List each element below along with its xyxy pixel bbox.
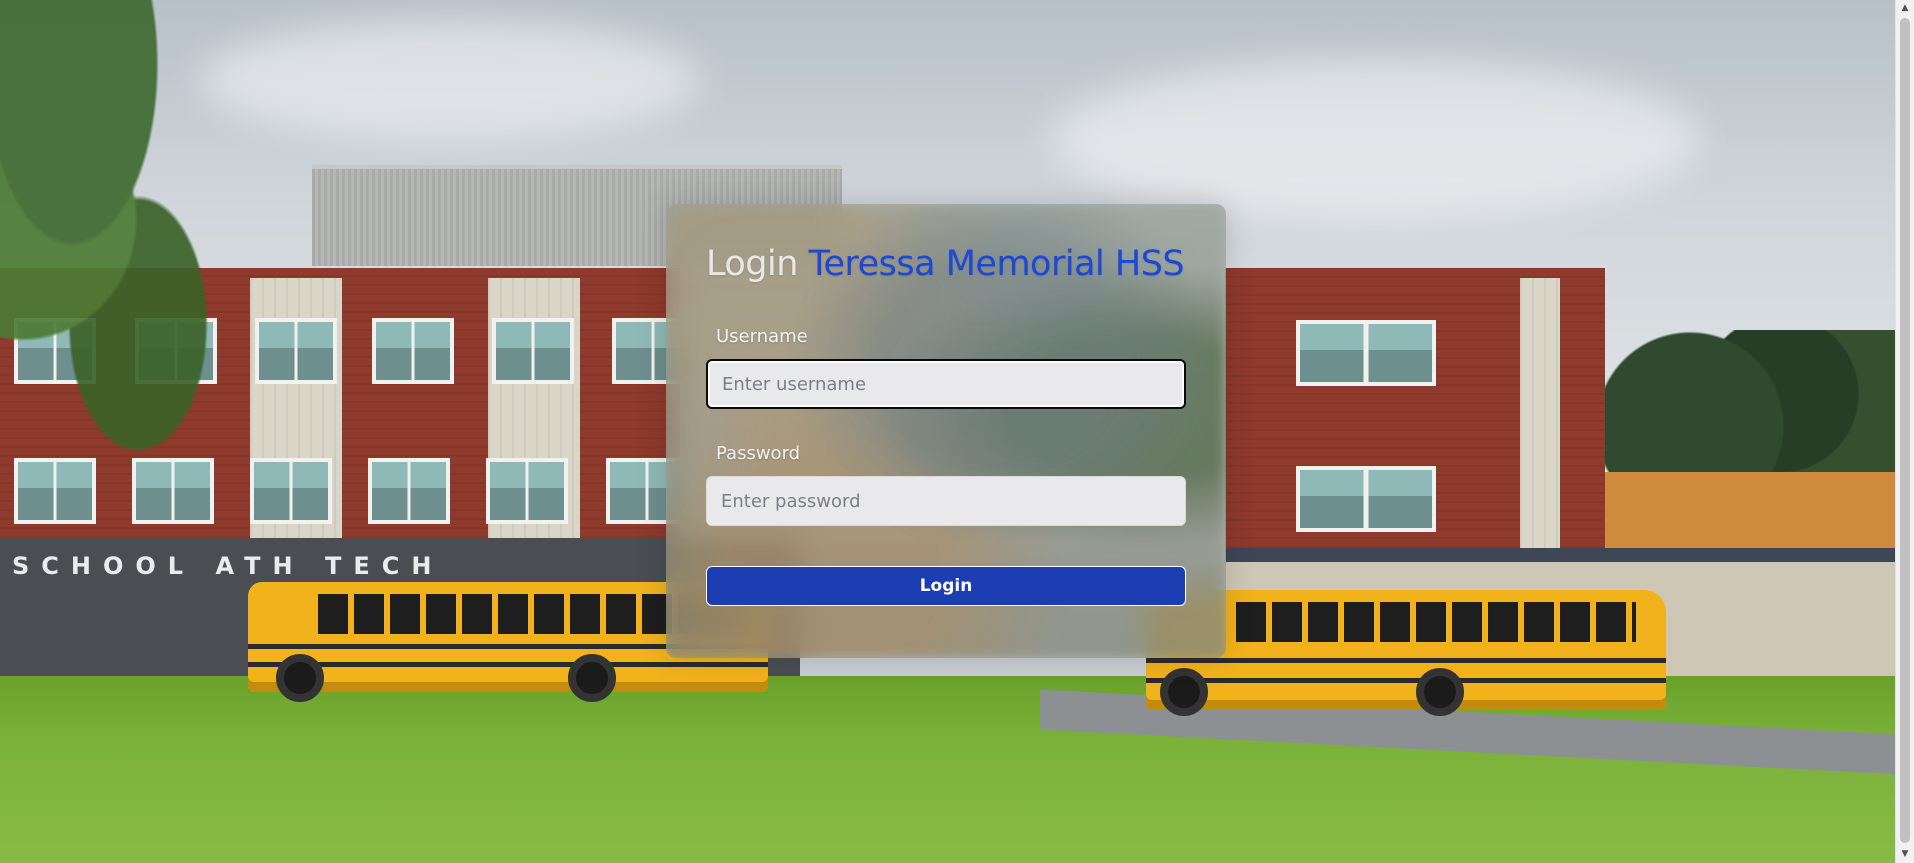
login-heading: Login Teressa Memorial HSS	[706, 244, 1186, 284]
entrance-canopy	[1225, 548, 1895, 562]
bus-wheel	[276, 654, 324, 702]
username-label: Username	[716, 326, 808, 347]
login-heading-prefix: Login	[706, 244, 798, 284]
bus-stripe	[1146, 658, 1666, 663]
bus-wheel	[1416, 668, 1464, 716]
window	[372, 318, 454, 384]
password-input[interactable]	[706, 476, 1186, 526]
password-label: Password	[716, 443, 801, 464]
bus-wheel	[1160, 668, 1208, 716]
bus-windows	[1236, 602, 1636, 642]
bus-wheel	[568, 654, 616, 702]
login-button[interactable]: Login	[706, 566, 1186, 606]
tree-foliage	[0, 0, 270, 480]
vertical-scrollbar[interactable]: ▲ ▼	[1895, 0, 1914, 863]
cloud	[200, 20, 700, 140]
window	[1296, 466, 1436, 532]
login-form: Login Teressa Memorial HSS Username Pass…	[666, 204, 1226, 606]
school-name: Teressa Memorial HSS	[808, 244, 1185, 284]
scroll-up-arrow-icon[interactable]: ▲	[1896, 0, 1914, 17]
facade-panel	[1520, 278, 1560, 548]
window	[368, 458, 450, 524]
scroll-down-arrow-icon[interactable]: ▼	[1896, 846, 1914, 863]
pine-trees	[1600, 330, 1895, 490]
school-sign: SCHOOL ATH TECH	[12, 552, 444, 580]
bus-stripe	[1146, 678, 1666, 683]
window	[492, 318, 574, 384]
scrollbar-thumb[interactable]	[1900, 18, 1910, 843]
window	[1296, 320, 1436, 386]
login-card: Login Teressa Memorial HSS Username Pass…	[666, 204, 1226, 658]
username-input[interactable]	[706, 359, 1186, 409]
cloud	[1050, 60, 1700, 220]
window	[486, 458, 568, 524]
bus-stripe	[248, 662, 768, 667]
orange-wing	[1605, 472, 1895, 554]
page-viewport: SCHOOL ATH TECH Login Teressa Memorial H…	[0, 0, 1914, 863]
